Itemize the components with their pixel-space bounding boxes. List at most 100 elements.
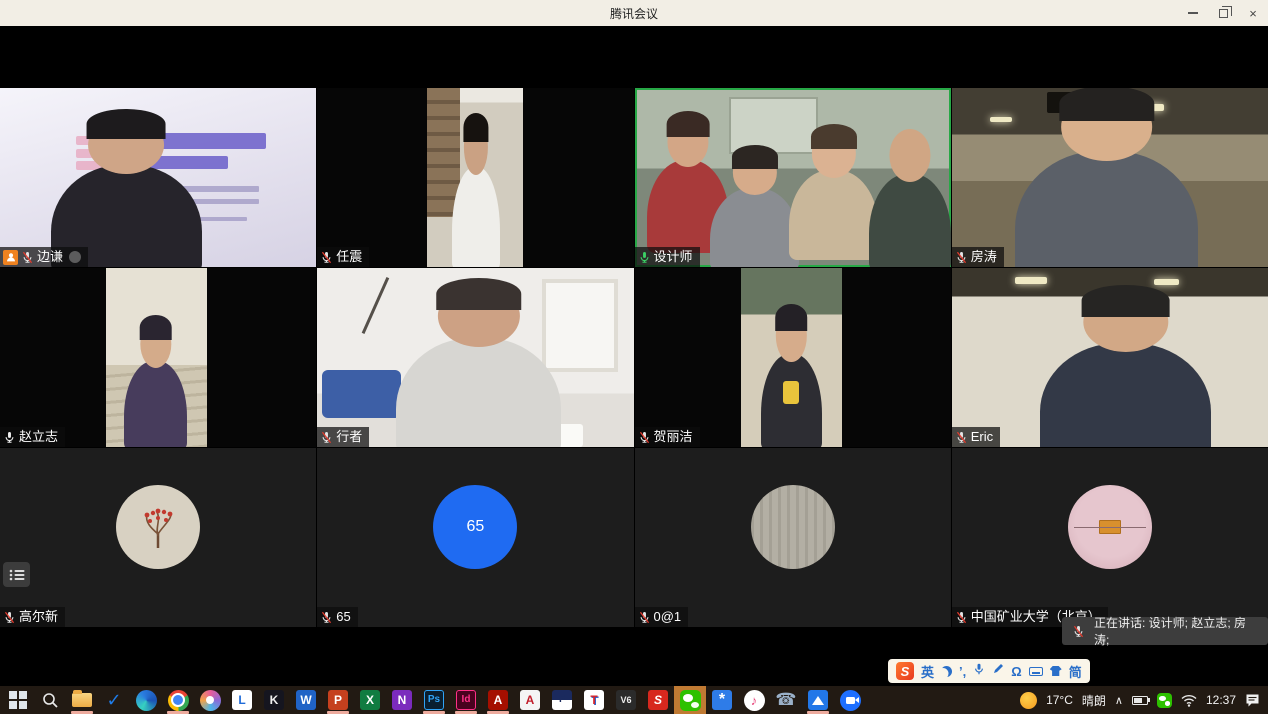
taskbar-chrome[interactable] <box>162 686 194 714</box>
taskbar-l-app[interactable]: L <box>226 686 258 714</box>
video-tile-bianqian[interactable]: 边谦 <box>0 88 316 267</box>
video-tile-helijie[interactable]: 贺丽洁 <box>635 268 951 447</box>
taskbar-check-app[interactable]: ✓ <box>98 686 130 714</box>
participant-name: 边谦 <box>37 247 63 267</box>
video-tile-renzhen[interactable]: 任震 <box>317 88 633 267</box>
video-tile-65[interactable]: 65 65 <box>317 448 633 627</box>
taskbar-f-app[interactable]: F <box>546 686 578 714</box>
taskbar-netdisk[interactable] <box>802 686 834 714</box>
speaking-toast-text: 正在讲话: 设计师; 赵立志; 房涛; <box>1094 614 1254 648</box>
video-tile-0at1[interactable]: 0@1 <box>635 448 951 627</box>
ceiling-light <box>1015 277 1047 284</box>
taskbar-file-explorer[interactable] <box>66 686 98 714</box>
temperature-text[interactable]: 17°C <box>1046 693 1073 707</box>
video-tile-shejishi[interactable]: 设计师 <box>635 88 951 267</box>
taskbar-acrobat[interactable]: A <box>482 686 514 714</box>
mic-active-icon <box>638 251 651 264</box>
video-scene <box>741 268 842 447</box>
avatar <box>1068 485 1152 569</box>
taskbar-photoshop[interactable]: Ps <box>418 686 450 714</box>
video-scene <box>106 268 207 447</box>
taskbar-v6-app[interactable]: V6 <box>610 686 642 714</box>
taskbar-music[interactable]: ♪ <box>738 686 770 714</box>
taskbar-excel[interactable]: X <box>354 686 386 714</box>
folder-icon <box>72 693 92 707</box>
taskbar-dots-app[interactable] <box>194 686 226 714</box>
soft-keyboard-icon[interactable] <box>1029 667 1043 676</box>
symbols-icon[interactable]: Ω <box>1011 664 1021 679</box>
avatar-text: 65 <box>466 518 484 536</box>
host-icon <box>3 250 18 265</box>
mic-muted-icon <box>320 251 333 264</box>
mic-muted-icon <box>955 611 968 624</box>
video-tile-fangtao[interactable]: 房涛 <box>952 88 1268 267</box>
f-app-icon: F <box>552 690 572 710</box>
video-tile-eric[interactable]: Eric <box>952 268 1268 447</box>
taskbar-autocad[interactable]: A <box>514 686 546 714</box>
battery-indicator[interactable] <box>1132 696 1148 705</box>
taskbar-star-chat[interactable]: * <box>706 686 738 714</box>
mic-muted-icon <box>955 251 968 264</box>
tray-expand-chevron[interactable]: ∧ <box>1115 694 1123 707</box>
wechat-tray[interactable] <box>1157 693 1172 708</box>
person-silhouette <box>869 174 951 267</box>
video-tile-xingzhe[interactable]: 行者 <box>317 268 633 447</box>
t-app-icon: T <box>584 690 604 710</box>
video-tile-zhaolizhi[interactable]: 赵立志 <box>0 268 316 447</box>
taskbar-sketchup[interactable]: S <box>642 686 674 714</box>
participant-name: 赵立志 <box>19 427 58 447</box>
powerpoint-icon: P <box>328 690 348 710</box>
word-icon: W <box>296 690 316 710</box>
taskbar-meeting-app[interactable] <box>834 686 866 714</box>
close-button[interactable]: × <box>1238 0 1268 26</box>
restore-button[interactable] <box>1208 0 1238 26</box>
taskbar-k-app[interactable]: K <box>258 686 290 714</box>
network-indicator[interactable] <box>1181 694 1197 707</box>
windows-taskbar: ✓ L K W P X N Ps Id A A F T V6 S * ♪ ☎ 1… <box>0 686 1268 714</box>
start-button[interactable] <box>2 686 34 714</box>
member-list-button[interactable] <box>3 562 30 587</box>
handwriting-pen-icon[interactable] <box>992 662 1004 680</box>
indesign-icon: Id <box>456 690 476 710</box>
ceiling-light <box>1154 279 1179 285</box>
halfwidth-moon-icon[interactable] <box>941 666 952 677</box>
system-tray: 17°C 晴朗 ∧ 12:37 <box>1020 692 1268 709</box>
colorful-dots-icon <box>200 690 221 711</box>
taskbar-phone-app[interactable]: ☎ <box>770 686 802 714</box>
person-silhouette <box>710 188 799 267</box>
taskbar-indesign[interactable]: Id <box>450 686 482 714</box>
action-center[interactable] <box>1245 693 1260 708</box>
participant-label: 设计师 <box>635 247 700 267</box>
weather-widget[interactable] <box>1020 692 1037 709</box>
taskbar-onenote[interactable]: N <box>386 686 418 714</box>
video-tile-gaoerxin[interactable]: 高尔新 <box>0 448 316 627</box>
clock[interactable]: 12:37 <box>1206 693 1236 707</box>
reaction-icon <box>69 251 81 263</box>
participant-label: 任震 <box>317 247 369 267</box>
whiteboard <box>729 97 818 154</box>
minimize-button[interactable] <box>1178 0 1208 26</box>
ime-punctuation-toggle[interactable]: ’, <box>959 664 966 679</box>
video-camera-icon <box>840 690 861 711</box>
skin-shirt-icon[interactable] <box>1050 666 1062 676</box>
voice-input-icon[interactable] <box>973 662 985 681</box>
mic-muted-icon <box>21 251 34 264</box>
meeting-stage: 边谦 任震 <box>0 26 1268 686</box>
taskbar-word[interactable]: W <box>290 686 322 714</box>
sogou-logo-icon[interactable]: S <box>896 662 914 680</box>
taskbar-t-app[interactable]: T <box>578 686 610 714</box>
weather-text[interactable]: 晴朗 <box>1082 692 1106 709</box>
video-tile-cumtb[interactable]: 中国矿业大学（北京） <box>952 448 1268 627</box>
search-icon <box>42 692 59 709</box>
taskbar-edge[interactable] <box>130 686 162 714</box>
taskbar-wechat[interactable] <box>674 686 706 714</box>
ime-language-toggle[interactable]: 英 <box>921 662 934 681</box>
participant-label: Eric <box>952 427 1000 447</box>
notification-icon <box>1245 693 1260 708</box>
simplified-chinese-toggle[interactable]: 简 <box>1069 662 1082 681</box>
search-button[interactable] <box>34 686 66 714</box>
list-icon <box>9 569 25 581</box>
v6-app-icon: V6 <box>616 690 636 710</box>
taskbar-powerpoint[interactable]: P <box>322 686 354 714</box>
camera-glyph <box>846 697 855 704</box>
